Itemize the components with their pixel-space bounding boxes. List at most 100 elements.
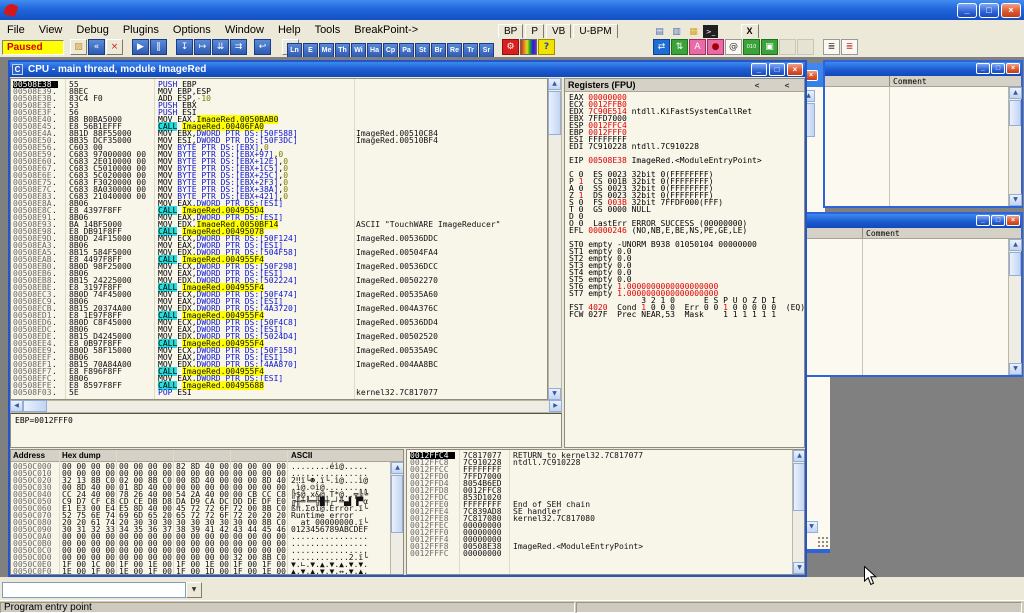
swap-panes-icon[interactable]: ⇄ <box>653 39 670 55</box>
plugin-button-p[interactable]: P <box>525 24 544 39</box>
menu-item-breakpoint[interactable]: BreakPoint-> <box>347 22 425 36</box>
scrollbar-thumb[interactable] <box>391 475 403 533</box>
window-button-ha[interactable]: Ha <box>367 43 382 58</box>
register-row[interactable]: FCW 027F Prec NEAR,53 Mask 1 1 1 1 1 1 <box>569 311 776 318</box>
open-file-icon[interactable]: ▨ <box>70 39 87 55</box>
disasm-row[interactable]: 00508E38$55PUSH EBP <box>11 81 547 88</box>
step-into-icon[interactable]: ↧ <box>176 39 193 55</box>
execute-till-return-icon[interactable]: ↩ <box>254 39 271 55</box>
menu-item-options[interactable]: Options <box>166 22 218 36</box>
vertical-scrollbar[interactable]: ▲ ▼ <box>1008 87 1021 206</box>
highlight-icon[interactable]: A <box>689 39 706 55</box>
window-button-e[interactable]: E <box>303 43 318 58</box>
window-button-wi[interactable]: Wi <box>351 43 366 58</box>
scrollbar-thumb[interactable] <box>548 91 561 135</box>
stack-row[interactable]: 0012FFFC00000000 <box>407 550 804 557</box>
scroll-up-icon[interactable]: ▲ <box>391 462 404 474</box>
scrollbar-thumb[interactable] <box>1009 100 1021 126</box>
appearance-icon[interactable] <box>520 39 537 55</box>
animate-into-icon[interactable]: ⇊ <box>212 39 229 55</box>
register-row[interactable]: EFL 00000246 (NO,NB,E,BE,NS,PE,GE,LE) <box>569 227 747 234</box>
disasm-row[interactable]: 00508F03.5EPOP ESIkernel32.7C817077 <box>11 389 547 396</box>
scrollbar-thumb[interactable] <box>1009 252 1021 276</box>
animate-over-icon[interactable]: ⇉ <box>230 39 247 55</box>
step-over-icon[interactable]: ↦ <box>194 39 211 55</box>
scrollbar-thumb[interactable] <box>793 463 805 511</box>
minimize-button[interactable]: _ <box>957 3 977 18</box>
disasm-row[interactable]: 00508E3E.53PUSH EBX <box>11 102 547 109</box>
close-button[interactable]: × <box>1006 63 1020 74</box>
blank-1-icon[interactable] <box>779 39 796 55</box>
plugin-button-bp[interactable]: BP <box>498 24 523 39</box>
register-row[interactable]: EIP 00508E38 ImageRed.<ModuleEntryPoint> <box>569 157 762 164</box>
scrollbar-thumb[interactable] <box>23 400 47 412</box>
scroll-down-icon[interactable]: ▼ <box>548 388 561 400</box>
scroll-up-icon[interactable]: ▲ <box>548 78 561 90</box>
column-divider[interactable] <box>889 76 890 86</box>
help-icon[interactable]: ? <box>538 39 555 55</box>
binary-icon[interactable]: 010 <box>743 39 760 55</box>
column-divider[interactable] <box>862 228 863 238</box>
disasm-horizontal-scrollbar[interactable]: ◀ ▶ <box>10 400 562 413</box>
menu-item-window[interactable]: Window <box>218 22 271 36</box>
minimize-button[interactable]: _ <box>976 215 990 226</box>
menu-item-debug[interactable]: Debug <box>69 22 115 36</box>
disasm-vertical-scrollbar[interactable]: ▲ ▼ <box>548 78 562 400</box>
menu-item-view[interactable]: View <box>32 22 70 36</box>
disasm-row[interactable]: 00508E3B.83C4 F0ADD ESP,-10 <box>11 95 547 102</box>
disasm-row[interactable]: 00508EFE.E8 8597F8FFCALL ImageRed.004956… <box>11 382 547 389</box>
command-input[interactable] <box>2 582 186 598</box>
restore-button[interactable]: □ <box>979 3 999 18</box>
window-button-sr[interactable]: Sr <box>479 43 494 58</box>
options-gear-icon[interactable]: ⚙ <box>502 39 519 55</box>
scroll-left-icon[interactable]: ◀ <box>10 400 23 412</box>
window-titlebar[interactable]: _ □ × <box>800 214 1021 228</box>
cpu-view-icon[interactable]: ▣ <box>761 39 778 55</box>
cpu-titlebar[interactable]: C CPU - main thread, module ImageRed _ □… <box>10 62 805 77</box>
menu-item-help[interactable]: Help <box>271 22 308 36</box>
close-button[interactable]: × <box>1006 215 1020 226</box>
scroll-down-icon[interactable]: ▼ <box>793 562 805 574</box>
run-icon[interactable]: ▶ <box>132 39 149 55</box>
window-button-re[interactable]: Re <box>447 43 462 58</box>
window-button-ln[interactable]: Ln <box>287 43 302 58</box>
minimize-button[interactable]: _ <box>976 63 990 74</box>
plugin-button-ubpm[interactable]: U-BPM <box>573 24 617 39</box>
plugin-close-button[interactable]: X <box>741 24 759 39</box>
window-button-tr[interactable]: Tr <box>463 43 478 58</box>
dump-vertical-scrollbar[interactable]: ▲ <box>390 462 403 574</box>
registers-prev2-icon[interactable]: < <box>780 81 794 91</box>
combo-dropdown-icon[interactable]: ▼ <box>186 582 202 598</box>
pause-icon[interactable]: ‖ <box>150 39 167 55</box>
register-row[interactable]: EDI 7C910228 ntdll.7C910228 <box>569 143 699 150</box>
scroll-up-icon[interactable]: ▲ <box>793 450 805 462</box>
scroll-right-icon[interactable]: ▶ <box>549 400 562 412</box>
maximize-button[interactable]: □ <box>991 63 1005 74</box>
breakpoint-dot-icon[interactable]: ● <box>707 39 724 55</box>
blank-2-icon[interactable] <box>797 39 814 55</box>
maximize-button[interactable]: □ <box>991 215 1005 226</box>
window-button-st[interactable]: St <box>415 43 430 58</box>
close-button[interactable]: × <box>1001 3 1021 18</box>
menu-item-file[interactable]: File <box>0 22 32 36</box>
resize-grip[interactable] <box>817 536 829 548</box>
restart-icon[interactable]: « <box>88 39 105 55</box>
close-program-icon[interactable]: × <box>106 39 123 55</box>
window-button-th[interactable]: Th <box>335 43 350 58</box>
registers-prev-icon[interactable]: < <box>750 81 764 91</box>
stack-vertical-scrollbar[interactable]: ▲ ▼ <box>792 450 805 574</box>
window-titlebar[interactable]: _ □ × <box>825 62 1021 76</box>
window-button-br[interactable]: Br <box>431 43 446 58</box>
window-button-pa[interactable]: Pa <box>399 43 414 58</box>
font-size-icon[interactable]: ⇅ <box>671 39 688 55</box>
scroll-down-icon[interactable]: ▼ <box>1009 363 1022 375</box>
plugin-button-vb[interactable]: VB <box>546 24 571 39</box>
log-list-2-icon[interactable]: ≣ <box>841 39 858 55</box>
vertical-scrollbar[interactable]: ▲ ▼ <box>1008 239 1021 375</box>
scroll-down-icon[interactable]: ▼ <box>1009 194 1022 206</box>
close-button[interactable]: × <box>787 63 803 76</box>
maximize-button[interactable]: □ <box>769 63 785 76</box>
menu-item-tools[interactable]: Tools <box>308 22 348 36</box>
scroll-up-icon[interactable]: ▲ <box>1009 87 1022 99</box>
window-button-me[interactable]: Me <box>319 43 334 58</box>
